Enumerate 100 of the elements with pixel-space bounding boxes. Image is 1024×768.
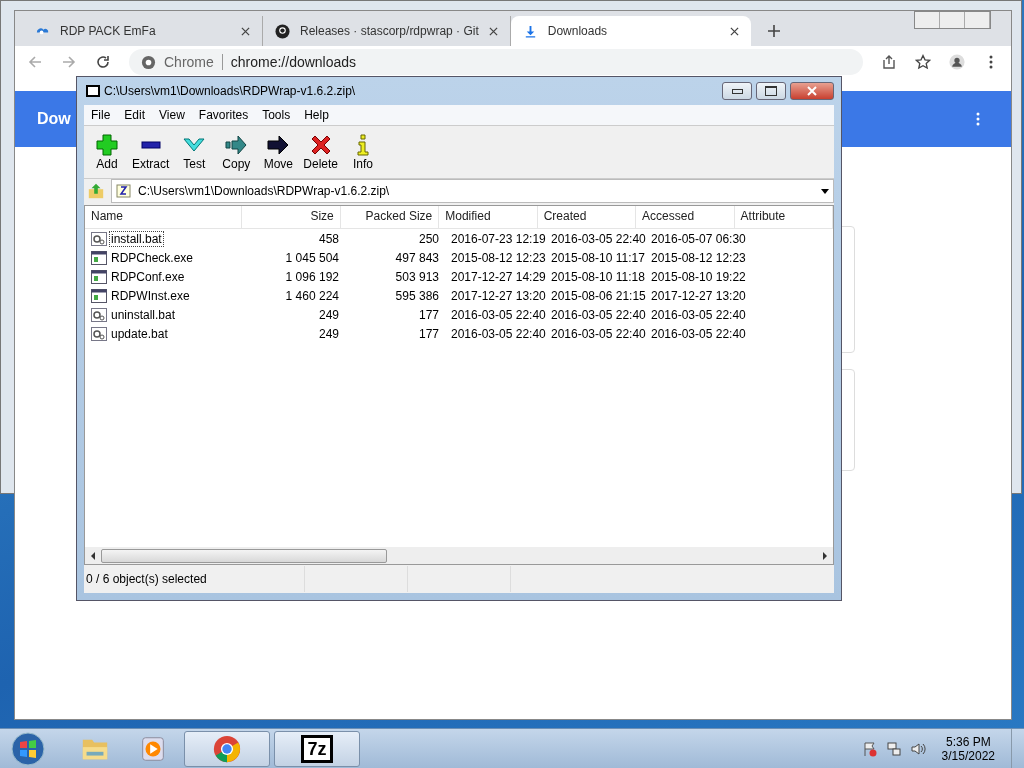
toolbar-button[interactable]: Test xyxy=(173,133,216,171)
column-header[interactable]: Accessed xyxy=(636,206,735,228)
dropdown-icon xyxy=(821,188,829,194)
plus-icon xyxy=(95,133,119,157)
new-tab-icon[interactable] xyxy=(766,24,781,38)
toolbar-button[interactable]: Info xyxy=(342,133,385,171)
close-button[interactable] xyxy=(790,82,834,100)
close-icon[interactable] xyxy=(488,26,498,36)
arrow-icon xyxy=(266,133,291,157)
toolbar-button[interactable]: Extract xyxy=(128,133,174,171)
gear-file-icon xyxy=(91,230,107,247)
table-cell-text: 1 045 504 xyxy=(284,250,340,265)
close-icon[interactable] xyxy=(241,26,250,36)
browser-tab[interactable]: Releases · stascorp/rdpwrap · Git xyxy=(263,16,511,46)
taskbar-app[interactable]: 7z xyxy=(274,731,360,767)
start-button[interactable] xyxy=(10,731,46,767)
speaker-icon[interactable] xyxy=(909,741,926,757)
column-header[interactable]: Packed Size xyxy=(340,206,440,228)
table-cell-text: 2016-03-05 22:40 xyxy=(550,231,645,246)
share-icon[interactable] xyxy=(881,54,897,70)
chrome-icon xyxy=(212,734,242,764)
menu-item[interactable]: Favorites xyxy=(191,108,256,122)
table-cell-text: 503 913 xyxy=(394,269,440,284)
file-name[interactable]: RDPCheck.exe xyxy=(109,249,196,266)
gear-file-icon xyxy=(91,306,107,323)
reload-icon[interactable] xyxy=(95,54,111,70)
table-cell-text: 250 xyxy=(417,231,440,246)
table-cell-text: 249 xyxy=(317,307,340,322)
menu-item[interactable]: Tools xyxy=(255,108,298,122)
taskbar-app[interactable] xyxy=(184,731,270,767)
window-file-icon xyxy=(91,249,107,266)
table-cell-text: 2016-05-07 06:30 xyxy=(650,231,745,246)
table-cell-text: 2015-08-10 19:22 xyxy=(650,269,745,284)
file-name[interactable]: RDPConf.exe xyxy=(109,268,187,285)
table-cell-text: 2016-03-05 22:40 xyxy=(450,326,545,341)
table-cell-text: 2016-03-05 22:40 xyxy=(450,307,545,322)
file-name[interactable]: RDPWInst.exe xyxy=(109,287,192,304)
address-bar[interactable]: Chrome chrome://downloads xyxy=(129,49,863,75)
table-cell-text: 497 843 xyxy=(394,250,440,265)
close-icon[interactable] xyxy=(729,26,739,36)
scrollbar-thumb[interactable] xyxy=(101,548,387,563)
window-controls[interactable] xyxy=(914,11,991,29)
star-icon[interactable] xyxy=(915,54,931,70)
maximize-button[interactable] xyxy=(756,82,786,100)
folder-up-icon[interactable] xyxy=(87,182,105,200)
table-cell-text: 1 460 224 xyxy=(284,288,340,303)
table-cell-text: 2016-03-05 22:40 xyxy=(650,307,745,322)
column-header[interactable]: Modified xyxy=(439,206,538,228)
clock[interactable]: 5:36 PM 3/15/2022 xyxy=(941,735,995,763)
arrow-icon xyxy=(224,133,249,157)
table-cell-text: 458 xyxy=(317,231,340,246)
table-cell-text: 2017-12-27 13:20 xyxy=(450,288,545,303)
flag-icon[interactable] xyxy=(861,741,878,757)
column-header[interactable]: Attribute xyxy=(734,206,833,228)
menu-item[interactable]: View xyxy=(152,108,192,122)
page-title: Dow xyxy=(37,110,71,128)
more-icon[interactable] xyxy=(975,111,981,127)
archive-icon xyxy=(116,183,132,199)
table-cell-text: 2015-08-12 12:23 xyxy=(650,250,745,265)
menu-item[interactable]: Edit xyxy=(117,108,153,122)
window-file-icon xyxy=(91,268,107,285)
table-cell-text: 2016-03-05 22:40 xyxy=(550,326,645,341)
file-name[interactable]: uninstall.bat xyxy=(109,306,178,323)
table-cell-text: 249 xyxy=(317,326,340,341)
table-cell-text: 2017-12-27 13:20 xyxy=(650,288,745,303)
menu-item[interactable]: Help xyxy=(297,108,336,122)
table-cell-text: 595 386 xyxy=(394,288,440,303)
toolbar-button[interactable]: Add xyxy=(86,133,128,171)
table-cell-text: 2017-12-27 14:29 xyxy=(450,269,545,284)
table-cell-text: 2016-03-05 22:40 xyxy=(550,307,645,322)
toolbar-button[interactable]: Copy xyxy=(215,133,258,171)
network-icon[interactable] xyxy=(885,741,902,757)
table-cell-text: 2015-08-10 11:17 xyxy=(550,250,645,265)
window-title: C:\Users\vm1\Downloads\RDPWrap-v1.6.2.zip\ xyxy=(104,84,357,98)
table-cell-text: 2015-08-06 21:15 xyxy=(550,288,645,303)
path-field[interactable]: C:\Users\vm1\Downloads\RDPWrap-v1.6.2.zip\ xyxy=(111,179,834,203)
browser-tab[interactable]: Downloads xyxy=(510,16,751,46)
table-cell-text: 2015-08-12 12:23 xyxy=(450,250,545,265)
close-icon xyxy=(807,86,817,96)
menu-item[interactable]: File xyxy=(84,108,118,122)
column-header[interactable]: Created xyxy=(537,206,637,228)
minimize-button[interactable] xyxy=(722,82,752,100)
table-cell-text: 1 096 192 xyxy=(284,269,340,284)
table-cell-text: 177 xyxy=(417,326,440,341)
browser-tab[interactable]: RDP PACK EmFa xyxy=(23,16,263,46)
toolbar-button[interactable]: Delete xyxy=(299,133,343,171)
window-file-icon xyxy=(91,287,107,304)
file-name[interactable]: install.bat xyxy=(109,230,164,247)
column-header[interactable]: Size xyxy=(242,206,341,228)
chrome-icon xyxy=(141,54,156,70)
status-text: 0 / 6 object(s) selected xyxy=(85,572,208,586)
toolbar-button[interactable]: Move xyxy=(257,133,300,171)
app-icon xyxy=(86,85,100,97)
table-cell-text: 2016-07-23 12:19 xyxy=(450,231,545,246)
profile-icon[interactable] xyxy=(949,54,965,70)
column-header[interactable]: Name xyxy=(85,206,243,228)
table-cell-text: 2015-08-10 11:18 xyxy=(550,269,645,284)
gear-file-icon xyxy=(91,325,107,342)
file-name[interactable]: update.bat xyxy=(109,325,170,342)
table-cell-text: 177 xyxy=(417,307,440,322)
